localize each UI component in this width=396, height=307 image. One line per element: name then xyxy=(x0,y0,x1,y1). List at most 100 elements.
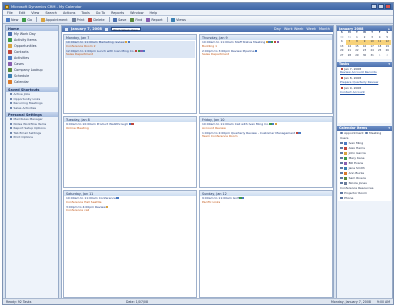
minimize-button[interactable] xyxy=(371,4,377,9)
radio-option[interactable] xyxy=(365,131,368,135)
appointment[interactable]: 3:00pm to 4:00pm Review Conference call xyxy=(65,205,195,213)
resource-name: Jane Smith xyxy=(348,166,365,171)
equipment-item[interactable]: Phone xyxy=(338,196,391,201)
menu-window[interactable]: Window xyxy=(130,11,143,15)
schedule-icon xyxy=(8,74,12,78)
toolbar-delete-button[interactable]: Delete xyxy=(88,17,105,22)
toolbar-print-button[interactable]: Print xyxy=(71,17,84,22)
mini-day[interactable]: 27 xyxy=(338,54,346,59)
app-logo-icon xyxy=(5,4,9,9)
task-link[interactable]: Contact Account xyxy=(340,90,365,94)
toolbar-views-button[interactable]: Views xyxy=(171,17,186,22)
menu-help[interactable]: Help xyxy=(149,11,157,15)
resource-checkbox[interactable] xyxy=(340,156,343,160)
toolbar-save-button[interactable]: Save xyxy=(113,17,126,22)
close-button[interactable] xyxy=(385,4,391,9)
appointment[interactable]: 9:00am to 11:00am Golf Pacific Links xyxy=(201,197,331,205)
appointment[interactable]: 10:00am to 11:00am Call with Ivan Ming C… xyxy=(201,123,331,131)
menu-file[interactable]: File xyxy=(7,11,13,15)
toolbar-separator xyxy=(36,17,37,22)
toolbar-appointment-button[interactable]: Appointment xyxy=(40,17,68,22)
toolbar-go-button[interactable]: Go xyxy=(22,17,32,22)
toolbar-label: Appointment xyxy=(45,17,68,22)
appointment[interactable]: 1:00pm to 2:00pm Quarterly Review - Cust… xyxy=(201,131,331,139)
equipment-checkbox[interactable] xyxy=(340,196,343,200)
resource-checkbox[interactable] xyxy=(340,146,343,150)
task-item[interactable]: Jan 9, 2008 Contact Account xyxy=(338,86,391,96)
nav-link[interactable]: Print Options xyxy=(6,135,58,140)
nav-link[interactable]: Sales Activities xyxy=(6,106,58,111)
appointment-subject: Marketing review xyxy=(98,40,125,45)
appointment[interactable]: 12:00pm to 1:00pm Lunch with Ivan Ming C… xyxy=(65,49,195,58)
toolbar-report-button[interactable]: Report xyxy=(146,17,163,22)
day-cell[interactable]: Saturday, Jan 11 10:00am to 11:00am Confe… xyxy=(63,190,197,298)
mini-day[interactable]: 29 xyxy=(353,54,361,59)
resource-checkbox[interactable] xyxy=(340,176,343,180)
equipment-checkbox[interactable] xyxy=(340,191,343,195)
day-cell[interactable]: Friday, Jan 10 10:00am to 11:00am Call wi… xyxy=(199,116,333,188)
resource-checkbox[interactable] xyxy=(340,171,343,175)
resource-name: Mary Kane xyxy=(348,156,365,161)
next-date-button[interactable] xyxy=(104,27,108,31)
nav-item-label: Opportunities xyxy=(14,44,37,48)
menu-edit[interactable]: Edit xyxy=(19,11,26,15)
menu-actions[interactable]: Actions xyxy=(63,11,75,15)
resources-collapse-icon[interactable]: ▾ xyxy=(388,126,390,130)
task-link[interactable]: Review Account Records xyxy=(340,70,377,75)
mini-calendar: S M T W T F S 30 31 1 2 3 4 5 6 7 8 9 10 11 12 13 14 15 16 17 18 19… xyxy=(338,31,392,59)
bullet-icon xyxy=(10,106,12,109)
menu-tools[interactable]: Tools xyxy=(81,11,89,15)
toolbar-separator xyxy=(166,17,168,22)
nav-item-label: Company Lookup xyxy=(14,68,43,72)
day-cell[interactable]: Thursday, Jan 9 10:00am to 11:00am Staff … xyxy=(199,34,333,114)
mini-next-icon[interactable]: ▸ xyxy=(388,27,390,31)
view-link-month[interactable]: Month xyxy=(319,27,330,31)
task-item[interactable]: Jan 8, 2008 Prepare Quarterly Review xyxy=(338,76,391,86)
menu-reports[interactable]: Reports xyxy=(111,11,124,15)
appointment[interactable]: 10:00am to 11:00am Marketing review Confe… xyxy=(65,40,195,49)
toolbar-new-button[interactable]: New xyxy=(6,17,18,22)
mini-day[interactable]: 30 xyxy=(361,54,369,59)
day-cell[interactable]: Monday, Jan 7 10:00am to 11:00am Marketin… xyxy=(63,34,197,114)
view-link-day[interactable]: Day xyxy=(274,27,281,31)
radio-label: Appointment xyxy=(344,131,364,136)
appointment[interactable]: 10:00am to 11:00am Conference Conference … xyxy=(65,197,195,205)
mini-day[interactable]: 1 xyxy=(376,54,384,59)
nav-item-calendar[interactable]: Calendar xyxy=(6,79,58,85)
day-cell[interactable]: Tuesday, Jan 8 9:00am to 10:00am Product … xyxy=(63,116,197,188)
resource-checkbox[interactable] xyxy=(340,151,343,155)
radio-option[interactable] xyxy=(340,131,343,135)
mini-day[interactable]: 28 xyxy=(346,54,354,59)
appointment[interactable]: 9:00am to 10:00am Product Walkthrough Onl… xyxy=(65,123,195,131)
mini-day[interactable]: 2 xyxy=(383,54,391,59)
radio-label: Meeting xyxy=(369,131,382,136)
tasks-collapse-icon[interactable]: ▾ xyxy=(388,62,390,66)
appointment-icon xyxy=(40,17,45,22)
appointment-subject: Conference xyxy=(98,196,116,201)
mini-day[interactable]: 31 xyxy=(368,54,376,59)
appointment[interactable]: 2:00pm to 3:00pm Review Pipeline Sales De… xyxy=(201,49,331,57)
prev-date-button[interactable] xyxy=(65,27,68,31)
bullet-icon xyxy=(10,118,12,121)
view-link-work-week[interactable]: Work Week xyxy=(284,27,304,31)
calendar-icon xyxy=(8,80,12,84)
maximize-button[interactable] xyxy=(378,4,384,9)
resource-color-swatch xyxy=(344,151,348,155)
task-link[interactable]: Prepare Quarterly Review xyxy=(340,80,378,84)
resource-checkbox[interactable] xyxy=(340,181,343,185)
resource-checkbox[interactable] xyxy=(340,141,343,145)
appointment-location: Pacific Links xyxy=(202,199,221,204)
view-select[interactable]: Work Week View xyxy=(110,27,141,32)
view-link-week[interactable]: Week xyxy=(306,27,316,31)
menu-go-to[interactable]: Go To xyxy=(96,11,105,15)
task-item[interactable]: Jan 7, 2008 Review Account Records xyxy=(338,67,391,77)
menu-view[interactable]: View xyxy=(31,11,39,15)
resource-checkbox[interactable] xyxy=(340,166,343,170)
day-cell[interactable]: Sunday, Jan 12 9:00am to 11:00am Golf Paci… xyxy=(199,190,333,298)
appointment[interactable]: 10:00am to 11:00am Staff Status Meeting B… xyxy=(201,41,331,49)
category-icon xyxy=(106,205,109,208)
tasks-title: Tasks xyxy=(339,62,350,67)
toolbar-find-button[interactable]: Find xyxy=(130,17,142,22)
menu-search[interactable]: Search xyxy=(45,11,57,15)
resource-checkbox[interactable] xyxy=(340,161,343,165)
